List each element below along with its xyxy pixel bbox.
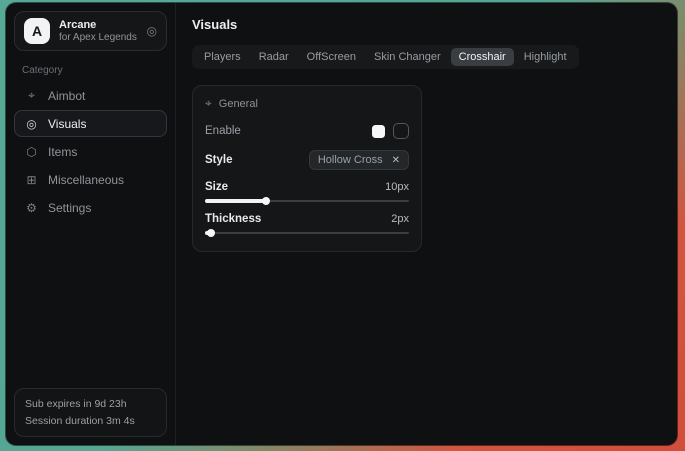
sidebar-item-aimbot[interactable]: ⌖ Aimbot xyxy=(14,82,167,109)
size-slider-fill xyxy=(205,199,266,203)
category-label: Category xyxy=(22,65,167,76)
style-dropdown-value: Hollow Cross xyxy=(318,154,383,166)
sidebar-item-label: Miscellaneous xyxy=(48,173,124,187)
style-dropdown[interactable]: Hollow Cross ✕ xyxy=(309,150,409,170)
tab-offscreen[interactable]: OffScreen xyxy=(299,48,364,66)
thickness-label: Thickness xyxy=(205,213,261,225)
sidebar-item-items[interactable]: ⬡ Items xyxy=(14,138,167,165)
target-icon[interactable]: ◎ xyxy=(147,24,157,38)
sidebar-item-miscellaneous[interactable]: ⊞ Miscellaneous xyxy=(14,166,167,193)
tab-players[interactable]: Players xyxy=(196,48,249,66)
page-title: Visuals xyxy=(192,17,661,32)
gear-icon: ⚙ xyxy=(24,201,39,215)
enable-controls xyxy=(372,123,409,139)
size-label: Size xyxy=(205,181,228,193)
tab-crosshair[interactable]: Crosshair xyxy=(451,48,514,66)
sidebar-item-label: Settings xyxy=(48,201,91,215)
enable-row: Enable xyxy=(205,123,409,139)
size-row: Size 10px xyxy=(205,181,409,193)
tab-highlight[interactable]: Highlight xyxy=(516,48,575,66)
size-value: 10px xyxy=(385,181,409,193)
app-title: Arcane xyxy=(59,19,138,32)
thickness-row: Thickness 2px xyxy=(205,213,409,225)
sub-expires-text: Sub expires in 9d 23h xyxy=(25,396,156,412)
app-titles: Arcane for Apex Legends xyxy=(59,19,138,43)
thickness-slider-thumb[interactable] xyxy=(207,229,215,237)
sidebar-item-label: Aimbot xyxy=(48,89,85,103)
sidebar-item-settings[interactable]: ⚙ Settings xyxy=(14,194,167,221)
cube-icon: ⬡ xyxy=(24,145,39,159)
arcane-window: A Arcane for Apex Legends ◎ Category ⌖ A… xyxy=(6,3,677,445)
sidebar-item-visuals[interactable]: ◎ Visuals xyxy=(14,110,167,137)
style-label: Style xyxy=(205,154,233,166)
session-duration-text: Session duration 3m 4s xyxy=(25,413,156,429)
size-slider[interactable] xyxy=(205,196,409,205)
size-slider-thumb[interactable] xyxy=(262,197,270,205)
enable-keybind-box[interactable] xyxy=(393,123,409,139)
sidebar: A Arcane for Apex Legends ◎ Category ⌖ A… xyxy=(6,3,176,445)
grid-icon: ⊞ xyxy=(24,173,39,187)
tab-skin-changer[interactable]: Skin Changer xyxy=(366,48,449,66)
thickness-value: 2px xyxy=(391,213,409,225)
clear-icon[interactable]: ✕ xyxy=(392,155,400,166)
crosshair-icon: ⌖ xyxy=(24,88,39,103)
general-panel-title: General xyxy=(219,98,258,110)
enable-label: Enable xyxy=(205,125,241,137)
general-panel: ⌖ General Enable Style Hollow Cross ✕ Si… xyxy=(192,85,422,252)
sidebar-item-label: Items xyxy=(48,145,77,159)
thickness-slider-track xyxy=(205,232,409,235)
style-row: Style Hollow Cross ✕ xyxy=(205,150,409,170)
subscription-info-card: Sub expires in 9d 23h Session duration 3… xyxy=(14,388,167,437)
main-content: Visuals Players Radar OffScreen Skin Cha… xyxy=(176,3,677,445)
app-header-card: A Arcane for Apex Legends ◎ xyxy=(14,11,167,51)
app-subtitle: for Apex Legends xyxy=(59,32,138,44)
thickness-slider[interactable] xyxy=(205,228,409,237)
crosshair-icon: ⌖ xyxy=(205,96,212,111)
general-panel-header: ⌖ General xyxy=(205,96,409,111)
sidebar-item-label: Visuals xyxy=(48,117,86,131)
app-logo: A xyxy=(24,18,50,44)
visuals-tabbar: Players Radar OffScreen Skin Changer Cro… xyxy=(192,45,579,69)
tab-radar[interactable]: Radar xyxy=(251,48,297,66)
eye-icon: ◎ xyxy=(24,117,39,131)
enable-checkbox[interactable] xyxy=(372,125,385,138)
